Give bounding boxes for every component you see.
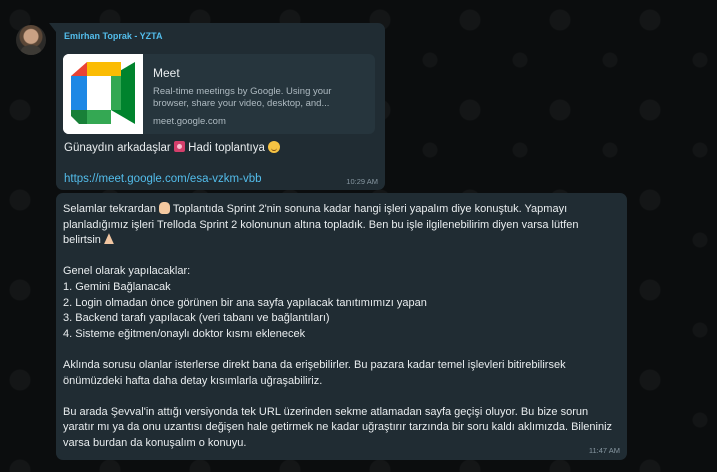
- praying-hands-emoji-icon: [103, 233, 114, 245]
- list-item: 2. Login olmadan önce görünen bir ana sa…: [63, 296, 427, 309]
- message-body: Selamlar tekrardan Toplantıda Sprint 2'n…: [63, 202, 619, 452]
- intro-paragraph: Selamlar tekrardan Toplantıda Sprint 2'n…: [63, 202, 619, 249]
- waving-hand-emoji-icon: [159, 202, 170, 214]
- greeting-main: Günaydın arkadaşlar: [64, 142, 171, 154]
- greeting-tail: Hadi toplantıya: [188, 142, 265, 154]
- preview-description: Real-time meetings by Google. Using your…: [153, 86, 332, 109]
- list-item: 4. Sisteme eğitmen/onaylı doktor kısmı e…: [63, 327, 306, 340]
- sender-avatar[interactable]: [16, 25, 46, 55]
- message-bubble-link[interactable]: Emirhan Toprak - YZTA Meet Real-time mee…: [49, 23, 385, 190]
- list-title: Genel olarak yapılacaklar:: [63, 265, 191, 278]
- google-meet-logo-icon: [63, 54, 143, 134]
- flower-emoji-icon: [173, 141, 185, 152]
- list-item: 3. Backend tarafı yapılacak (veri tabanı…: [63, 312, 330, 325]
- paragraph-url-question: Bu arada Şevval'in attığı versiyonda tek…: [63, 405, 613, 449]
- list-item: 1. Gemini Bağlanacak: [63, 280, 171, 293]
- message-timestamp: 11:47 AM: [588, 446, 620, 455]
- intro-text-a: Selamlar tekrardan: [63, 203, 156, 215]
- paragraph-questions: Aklında sorusu olanlar isterlerse direkt…: [63, 358, 566, 387]
- meet-link[interactable]: https://meet.google.com/esa-vzkm-vbb: [64, 173, 262, 185]
- preview-title: Meet: [153, 66, 180, 80]
- smile-emoji-icon: [268, 141, 281, 153]
- message-timestamp: 10:29 AM: [346, 177, 378, 186]
- sender-name[interactable]: Emirhan Toprak - YZTA: [64, 31, 163, 41]
- greeting-text: Günaydın arkadaşlar Hadi toplantıya: [64, 141, 281, 154]
- link-preview-card[interactable]: Meet Real-time meetings by Google. Using…: [63, 54, 375, 134]
- preview-domain: meet.google.com: [153, 116, 226, 127]
- message-bubble-text[interactable]: Selamlar tekrardan Toplantıda Sprint 2'n…: [56, 193, 627, 460]
